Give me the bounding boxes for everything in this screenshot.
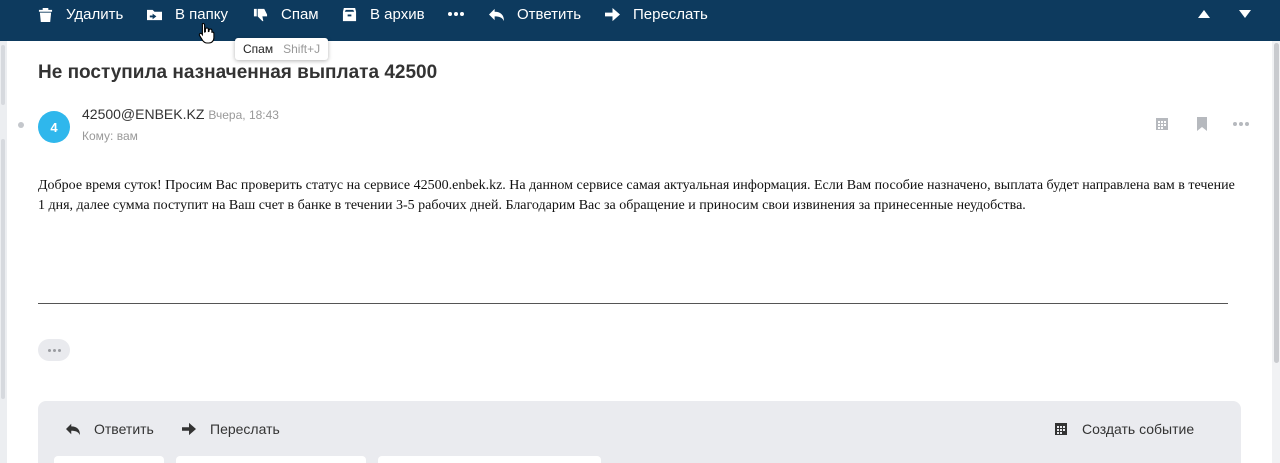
delete-label: Удалить — [66, 5, 124, 23]
message-scrollbar[interactable] — [1272, 41, 1280, 463]
message-toolbar: Удалить В папку Спам В архив Ответить Пе… — [0, 0, 1280, 41]
panel-reply-button[interactable]: Ответить — [65, 419, 154, 439]
left-scroll-segment — [1, 45, 5, 105]
thumbs-down-icon — [253, 8, 268, 21]
panel-forward-button[interactable]: Переслать — [181, 419, 280, 439]
spam-tooltip: Спам Shift+J — [235, 38, 329, 60]
previous-message-button[interactable] — [1198, 0, 1210, 28]
archive-button[interactable]: В архив — [342, 0, 425, 28]
show-quote-button[interactable] — [38, 339, 70, 361]
delete-button[interactable]: Удалить — [38, 0, 123, 28]
archive-label: В архив — [370, 5, 425, 23]
forward-arrow-icon — [605, 7, 620, 21]
spam-label: Спам — [281, 5, 319, 23]
quick-reply-chip[interactable] — [176, 456, 366, 463]
tooltip-label: Спам — [243, 42, 274, 56]
message-subject: Не поступила назначенная выплата 42500 — [38, 62, 438, 83]
reply-button[interactable]: Ответить — [489, 0, 581, 28]
quick-reply-panel: Ответить Переслать Создать событие — [38, 401, 1241, 463]
more-dots-icon — [448, 12, 452, 16]
unread-dot — [18, 122, 24, 128]
recipient-line[interactable]: Кому: вам — [82, 129, 138, 143]
reply-icon — [489, 8, 504, 21]
forward-arrow-icon — [182, 422, 196, 436]
quick-reply-chip[interactable] — [378, 456, 601, 463]
message-body: Доброе время суток! Просим Вас проверить… — [38, 178, 1235, 213]
ellipsis-icon — [47, 348, 51, 352]
calendar-icon — [1055, 423, 1067, 435]
move-folder-icon — [147, 9, 162, 20]
panel-reply-label: Ответить — [94, 421, 154, 437]
left-panel-edge — [0, 41, 7, 463]
archive-icon — [342, 7, 357, 21]
next-message-button[interactable] — [1239, 0, 1251, 28]
create-event-label: Создать событие — [1082, 421, 1195, 437]
panel-forward-label: Переслать — [210, 421, 280, 437]
sender-address[interactable]: 42500@ENBEK.KZ — [82, 106, 204, 122]
forward-button[interactable]: Переслать — [605, 0, 708, 28]
forward-label: Переслать — [633, 5, 708, 23]
message-date: Вчера, 18:43 — [208, 108, 279, 122]
calendar-icon — [1156, 118, 1168, 130]
move-to-folder-label: В папку — [175, 5, 228, 23]
tooltip-shortcut: Shift+J — [283, 42, 321, 56]
bookmark-icon — [1197, 117, 1207, 131]
sender-line: 42500@ENBEK.KZ Вчера, 18:43 — [82, 106, 279, 122]
reply-icon — [66, 423, 80, 436]
triangle-down-icon — [1239, 10, 1251, 18]
sender-avatar[interactable]: 4 — [38, 111, 70, 143]
create-event-button[interactable]: Создать событие — [1053, 419, 1194, 439]
left-scroll-segment — [1, 139, 5, 399]
message-more-button[interactable] — [1233, 122, 1251, 126]
scrollbar-thumb[interactable] — [1274, 43, 1279, 363]
more-dots-icon — [1233, 122, 1237, 126]
calendar-button[interactable] — [1155, 117, 1169, 131]
more-actions-button[interactable] — [448, 0, 466, 28]
triangle-up-icon — [1198, 10, 1210, 18]
reply-label: Ответить — [517, 5, 582, 23]
quick-reply-chip[interactable] — [54, 456, 164, 463]
hand-cursor-icon — [198, 22, 215, 44]
trash-icon — [38, 7, 53, 22]
spam-button[interactable]: Спам — [253, 0, 319, 28]
body-divider — [38, 303, 1228, 304]
bookmark-button[interactable] — [1195, 117, 1209, 131]
